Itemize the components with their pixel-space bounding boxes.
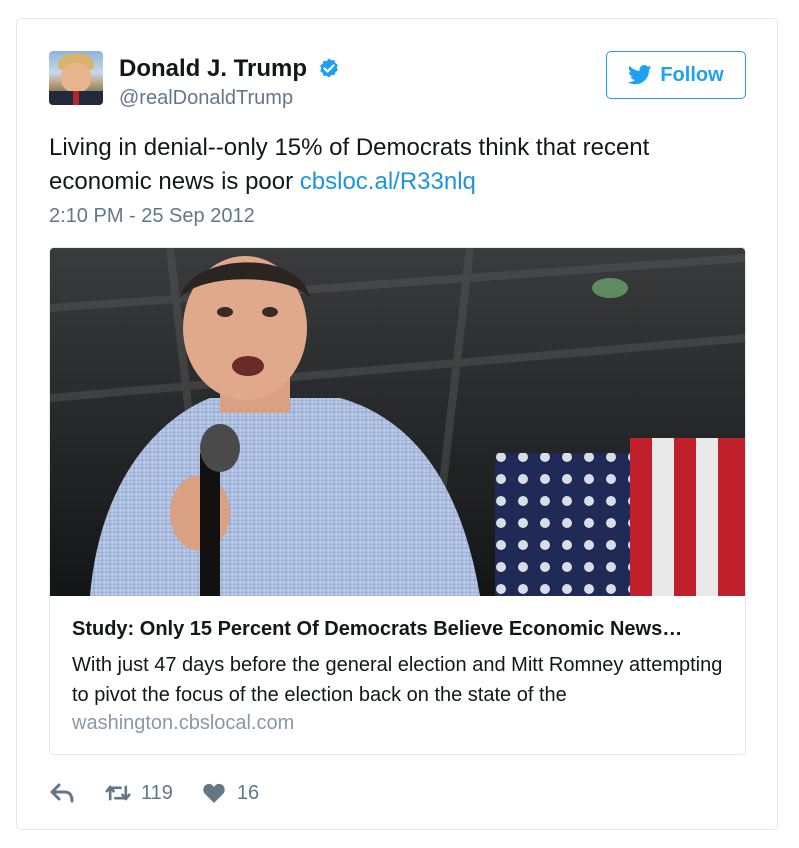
author-name-row[interactable]: Donald J. Trump	[119, 55, 341, 83]
twitter-bird-icon	[628, 65, 652, 85]
avatar[interactable]	[49, 51, 103, 105]
card-title[interactable]: Study: Only 15 Percent Of Democrats Beli…	[72, 618, 732, 641]
tweet-card: Donald J. Trump @realDonaldTrump Follow …	[16, 18, 778, 830]
card-photo	[50, 248, 745, 596]
author-name[interactable]: Donald J. Trump	[119, 55, 307, 83]
heart-icon	[203, 783, 225, 803]
retweet-button[interactable]: 119	[105, 782, 173, 805]
link-card[interactable]: Study: Only 15 Percent Of Democrats Beli…	[49, 247, 746, 755]
tweet-timestamp[interactable]: 2:10 PM - 25 Sep 2012	[49, 205, 255, 228]
retweet-count: 119	[141, 781, 173, 804]
follow-button[interactable]: Follow	[606, 51, 746, 99]
card-image[interactable]	[50, 248, 745, 596]
follow-label: Follow	[660, 63, 724, 86]
like-count: 16	[236, 781, 260, 804]
card-description: With just 47 days before the general ele…	[72, 654, 723, 706]
like-button[interactable]: 16	[201, 782, 259, 805]
card-domain: washington.cbslocal.com	[72, 712, 295, 734]
tweet-text: Living in denial--only 15% of Democrats …	[49, 131, 749, 199]
reply-button[interactable]	[49, 782, 75, 804]
author-handle[interactable]: @realDonaldTrump	[119, 87, 293, 110]
retweet-icon	[105, 785, 131, 801]
verified-badge-icon	[320, 58, 339, 78]
tweet-actions: 119 16	[49, 779, 259, 807]
tweet-link[interactable]: cbsloc.al/R33nlq	[300, 168, 476, 195]
reply-icon	[50, 783, 74, 803]
